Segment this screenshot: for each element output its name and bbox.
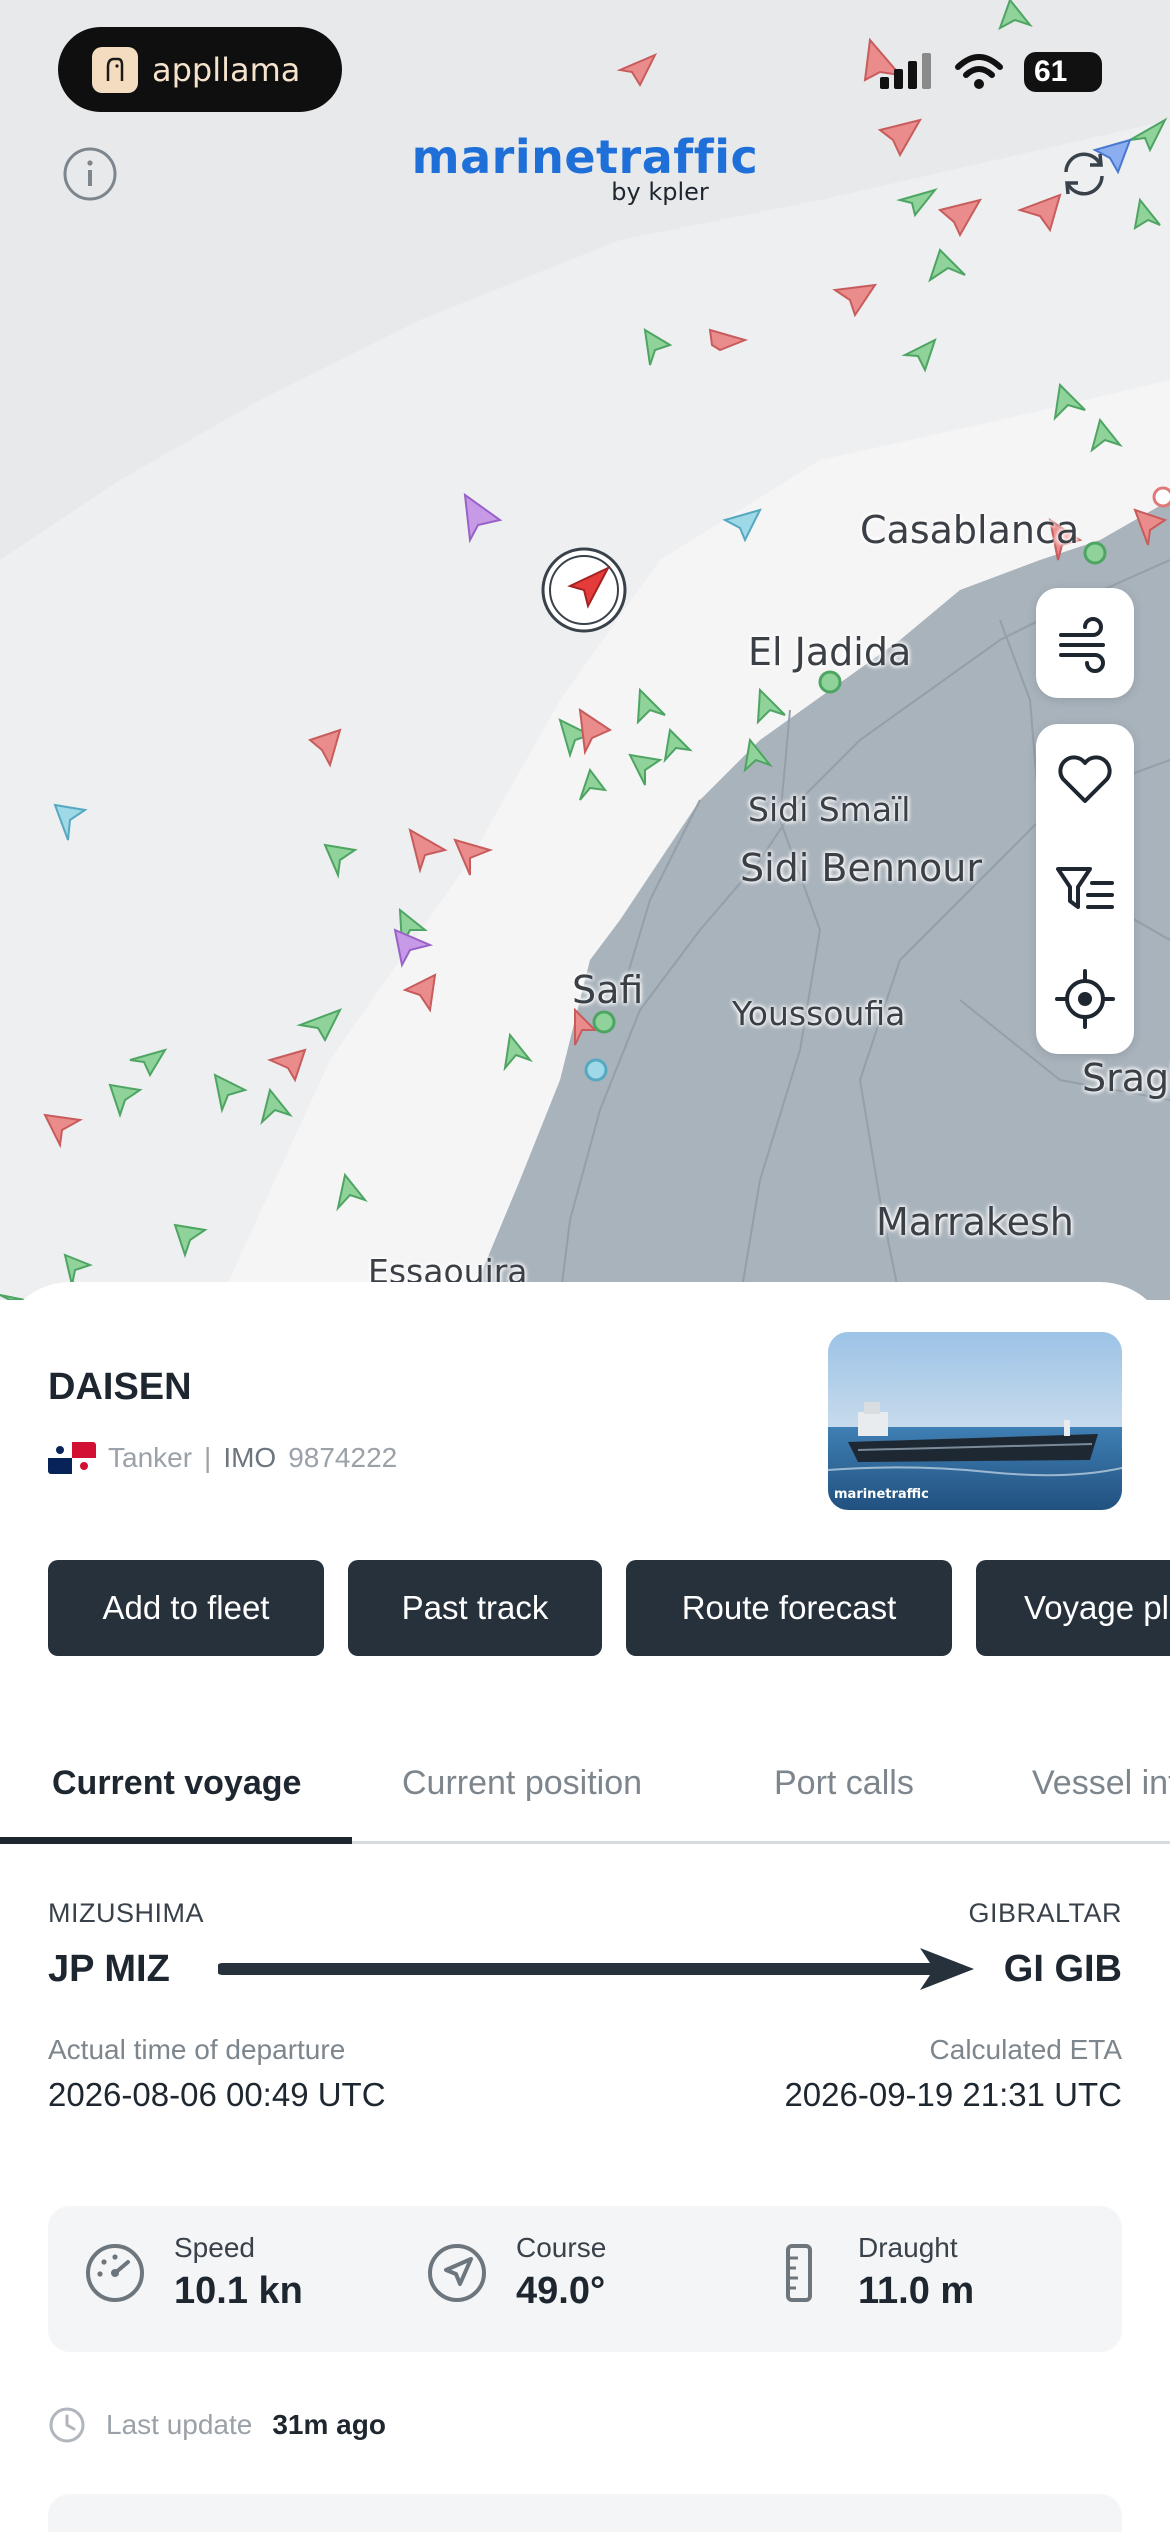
- wind-button[interactable]: [1036, 588, 1134, 698]
- ruler-icon: [786, 2243, 812, 2302]
- last-update: Last update 31m ago: [48, 2406, 386, 2444]
- course-stat: Course 49.0°: [426, 2232, 606, 2313]
- wind-icon: [1059, 617, 1105, 673]
- logo-text: marinetraffic: [411, 130, 759, 184]
- panama-flag-icon: [48, 1442, 96, 1474]
- map-tools-control: [1036, 724, 1134, 1054]
- place-el-jadida: El Jadida: [748, 630, 912, 674]
- place-sidi-smail: Sidi Smaïl: [748, 790, 911, 829]
- active-tab-indicator: [0, 1837, 352, 1844]
- speed-label: Speed: [174, 2232, 255, 2263]
- wifi-icon: [955, 54, 1003, 89]
- place-sidi-bennour: Sidi Bennour: [740, 846, 983, 890]
- vessel-photo[interactable]: marinetraffic: [828, 1332, 1122, 1510]
- tab-vessel-info[interactable]: Vessel info: [1032, 1764, 1170, 1803]
- refresh-icon: [1064, 152, 1104, 196]
- system-icons: 61: [878, 52, 1102, 92]
- llama-icon: [92, 46, 138, 93]
- refresh-button[interactable]: [1054, 144, 1114, 204]
- logo-subtext: by kpler: [611, 178, 709, 206]
- battery-indicator: 61: [1024, 52, 1102, 92]
- route-forecast-button[interactable]: Route forecast: [626, 1560, 952, 1656]
- departure-label: Actual time of departure: [48, 2034, 346, 2065]
- vessel-details-sheet[interactable]: DAISEN Tanker | IMO 9874222 marinetraffi…: [0, 1282, 1170, 2532]
- course-icon: [428, 2243, 486, 2302]
- tab-current-position[interactable]: Current position: [402, 1764, 642, 1803]
- last-update-label: Last update: [106, 2409, 253, 2440]
- destination-port-code[interactable]: GI GIB: [1004, 1948, 1122, 1991]
- details-tabs: Current voyage Current position Port cal…: [0, 1740, 1170, 1844]
- course-label: Course: [516, 2232, 607, 2263]
- origin-port-name: MIZUSHIMA: [48, 1898, 204, 1928]
- add-to-fleet-button[interactable]: Add to fleet: [48, 1560, 324, 1656]
- imo-label: IMO: [223, 1442, 277, 1473]
- route-arrow-icon: [218, 1948, 974, 1990]
- destination-port-name: GIBRALTAR: [968, 1898, 1122, 1928]
- app-brand: appllama: [152, 50, 301, 89]
- last-update-value: 31m ago: [272, 2409, 386, 2440]
- filter-button[interactable]: [1036, 834, 1134, 944]
- tab-port-calls[interactable]: Port calls: [774, 1764, 914, 1803]
- wind-layer-control[interactable]: [1036, 588, 1134, 698]
- vessel-meta: Tanker | IMO 9874222: [48, 1442, 397, 1474]
- speed-value: 10.1 kn: [174, 2270, 303, 2312]
- draught-stat: Draught 11.0 m: [768, 2232, 974, 2313]
- voyage-stats: Speed 10.1 kn Course 49.0° Draught 11.0 …: [48, 2206, 1122, 2352]
- marinetraffic-logo: marinetraffic by kpler: [0, 130, 1170, 206]
- place-casablanca: Casablanca: [860, 508, 1080, 552]
- draught-label: Draught: [858, 2232, 958, 2263]
- app-badge: appllama: [58, 27, 342, 112]
- filter-icon: [1056, 867, 1114, 909]
- heart-icon: [1058, 755, 1112, 803]
- action-buttons: Add to fleet Past track Route forecast V…: [48, 1560, 1170, 1656]
- signal-icon: [880, 53, 931, 89]
- crosshair-icon: [1055, 969, 1115, 1029]
- photo-watermark: marinetraffic: [834, 1487, 929, 1502]
- clock-icon: [49, 2407, 85, 2443]
- tab-current-voyage[interactable]: Current voyage: [52, 1764, 301, 1803]
- place-sragh: Sragh: [1082, 1056, 1170, 1100]
- eta-label: Calculated ETA: [929, 2034, 1122, 2065]
- origin-port-code[interactable]: JP MIZ: [48, 1948, 170, 1991]
- place-marrakesh: Marrakesh: [876, 1200, 1074, 1244]
- separator: |: [204, 1442, 212, 1473]
- past-track-button[interactable]: Past track: [348, 1560, 602, 1656]
- imo-number: 9874222: [288, 1442, 398, 1473]
- favorite-button[interactable]: [1036, 724, 1134, 834]
- vessel-type: Tanker: [108, 1442, 193, 1473]
- course-value: 49.0°: [516, 2270, 606, 2312]
- eta-value: 2026-09-19 21:31 UTC: [784, 2076, 1122, 2113]
- locate-button[interactable]: [1036, 944, 1134, 1054]
- speedometer-icon: [86, 2243, 144, 2302]
- place-youssoufia: Youssoufia: [732, 994, 906, 1033]
- voyage-planner-button[interactable]: Voyage planner: [976, 1560, 1170, 1656]
- draught-value: 11.0 m: [858, 2270, 975, 2312]
- vessel-name: DAISEN: [48, 1366, 192, 1408]
- place-safi: Safi: [572, 968, 644, 1012]
- selected-vessel-marker[interactable]: [540, 546, 628, 634]
- departure-value: 2026-08-06 00:49 UTC: [48, 2076, 386, 2113]
- map-view[interactable]: Casablanca El Jadida Sidi Smaïl Sidi Ben…: [0, 0, 1170, 1300]
- next-card: [48, 2494, 1122, 2532]
- speed-stat: Speed 10.1 kn: [84, 2232, 303, 2313]
